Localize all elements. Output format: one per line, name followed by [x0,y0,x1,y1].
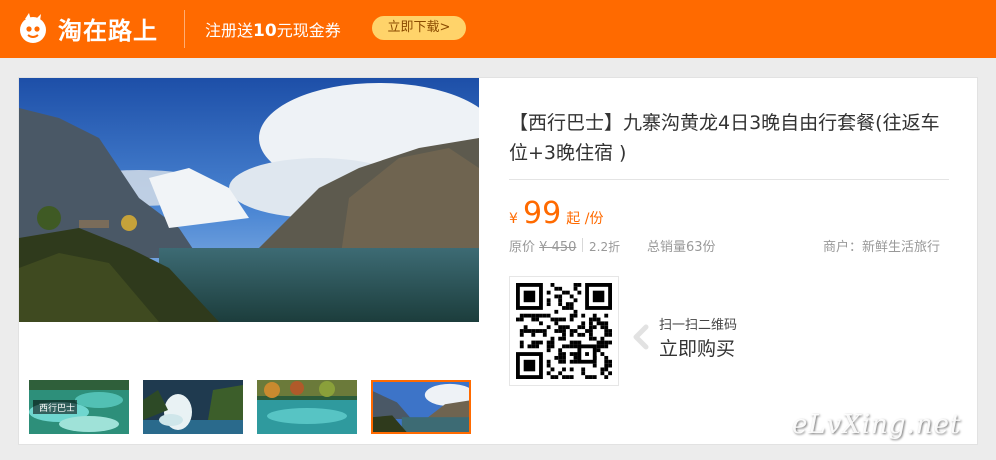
original-price-label: 原价 [509,240,536,255]
promo-text: 注册送10元现金券 [205,17,341,41]
thumbnail-4-image [373,382,469,432]
thumbnail-3-image [257,380,357,434]
product-card: 西行巴士 【西行巴士】九寨沟黄龙4日3晚自由行套餐(往返车位+3晚住宿) ¥ … [18,77,978,445]
price: ¥ 99 起 /份 [509,196,603,231]
product-title: 【西行巴士】九寨沟黄龙4日3晚自由行套餐(往返车位+3晚住宿 ) [509,112,940,164]
currency-symbol: ¥ [509,211,518,227]
promo-amount: 10 [253,21,277,41]
original-price-value: ¥ 450 [539,240,577,255]
promo-suffix: 元现金券 [276,21,341,40]
original-price: 原价 ¥ 450 [509,236,576,255]
thumbnail-2-image [143,380,243,434]
thumbnail-1[interactable]: 西行巴士 [29,380,129,434]
meta-divider [582,238,583,252]
buy-now-label[interactable]: 立即购买 [659,334,735,361]
promo-prefix: 注册送 [205,21,254,40]
chevron-left-icon [633,324,649,350]
site-watermark: eLvXing.net [792,410,962,440]
thumbnail-4-selected[interactable] [371,380,471,434]
top-banner: 淘在路上 注册送10元现金券 立即下载> [0,0,996,58]
thumbnail-3[interactable] [257,380,357,434]
header-divider [184,10,185,48]
brand-name: 淘在路上 [58,16,158,45]
merchant-name[interactable]: 商户：新鲜生活旅行 [823,236,940,255]
download-button[interactable]: 立即下载> [372,16,466,40]
qr-code-image [516,283,612,379]
brand-logo[interactable]: 淘在路上 [16,8,158,48]
hero-image[interactable] [19,78,479,322]
logo-mascot-icon [20,13,46,43]
scan-hint: 扫一扫二维码 [659,318,738,333]
price-value: 99 [523,196,562,231]
total-sales: 总销量63份 [647,240,716,255]
discount-rate: 2.2折 [589,240,621,254]
price-unit: 起 /份 [566,211,604,227]
title-divider [509,179,949,180]
thumbnail-2[interactable] [143,380,243,434]
qr-code [509,276,619,386]
thumbnail-1-caption: 西行巴士 [39,404,76,414]
